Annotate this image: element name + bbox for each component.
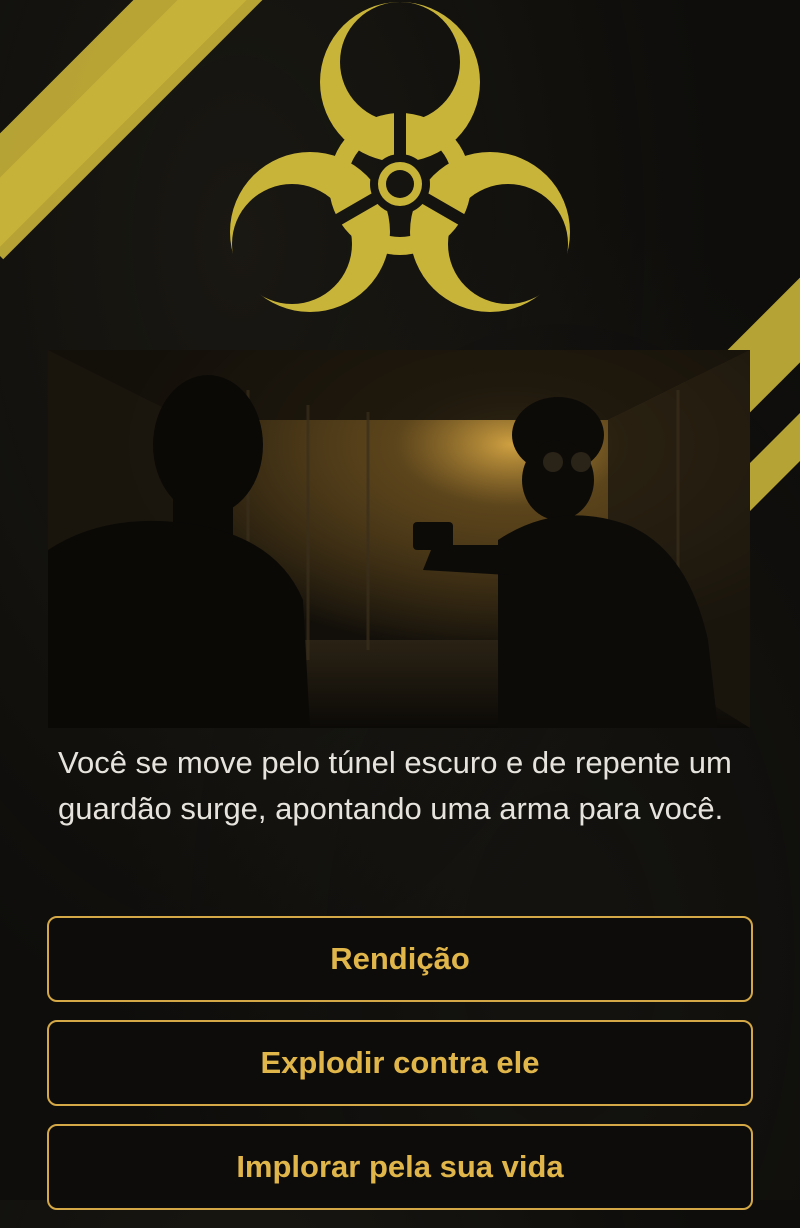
scene-illustration	[48, 350, 750, 728]
choice-surrender-button[interactable]: Rendição	[47, 916, 753, 1002]
choice-attack-button[interactable]: Explodir contra ele	[47, 1020, 753, 1106]
story-text: Você se move pelo túnel escuro e de repe…	[58, 745, 732, 826]
choice-beg-button[interactable]: Implorar pela sua vida	[47, 1124, 753, 1210]
choice-list: Rendição Explodir contra ele Implorar pe…	[47, 916, 753, 1228]
biohazard-icon	[200, 0, 600, 340]
tunnel-scene	[48, 350, 750, 728]
